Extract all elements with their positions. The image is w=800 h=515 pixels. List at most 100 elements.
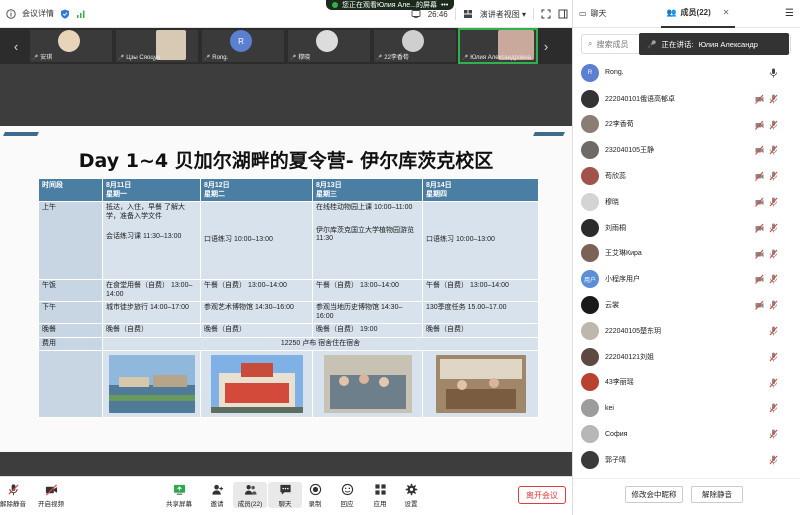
- member-row[interactable]: София: [573, 421, 800, 447]
- close-icon[interactable]: ✕: [723, 8, 730, 17]
- video-tile[interactable]: 22李香荀: [374, 30, 456, 62]
- member-row[interactable]: 222040101俄语高郁卓: [573, 86, 800, 112]
- leave-meeting-button[interactable]: 离开会议: [518, 486, 566, 504]
- member-row[interactable]: 222040121刘姐: [573, 344, 800, 370]
- mic-muted-icon[interactable]: [769, 378, 779, 388]
- meeting-details-link[interactable]: 会议详情: [22, 8, 54, 19]
- video-tile-active-speaker[interactable]: Юлия Александровна: [458, 28, 538, 64]
- photo-theater-building: [210, 355, 303, 413]
- member-row[interactable]: 云裳: [573, 292, 800, 318]
- avatar: [58, 30, 80, 52]
- row-label-empty: [38, 350, 103, 418]
- avatar: [402, 30, 424, 52]
- rename-button[interactable]: 修改会中昵称: [625, 486, 683, 503]
- avatar: [581, 167, 599, 186]
- video-tile-name: Цзы Сяоцун: [118, 55, 160, 61]
- mic-muted-icon[interactable]: [769, 197, 779, 207]
- members-button[interactable]: 成员(22): [233, 482, 267, 508]
- signal-icon[interactable]: [76, 9, 86, 19]
- photo-cell: [200, 350, 313, 418]
- member-row[interactable]: 22李香荀: [573, 112, 800, 138]
- mic-muted-icon[interactable]: [769, 429, 779, 439]
- fullscreen-icon[interactable]: [541, 9, 551, 19]
- record-button[interactable]: 录制: [298, 482, 332, 508]
- video-tile[interactable]: R Rong.: [202, 30, 284, 62]
- unmute-all-button[interactable]: 解除静音: [691, 486, 743, 503]
- member-row[interactable]: 用户 小程序用户: [573, 266, 800, 292]
- member-row[interactable]: 刘雨桐: [573, 215, 800, 241]
- table-row: 费用 12250 卢布 宿舍住在宿舍: [38, 336, 539, 351]
- member-row[interactable]: 苟欣蕊: [573, 163, 800, 189]
- mic-muted-icon[interactable]: [769, 249, 779, 259]
- settings-button[interactable]: 设置: [394, 482, 428, 508]
- unmute-button[interactable]: 解除静音: [0, 482, 30, 508]
- table-cell: 口语练习 10:00–13:00: [200, 201, 313, 280]
- member-row[interactable]: kei: [573, 395, 800, 421]
- menu-icon[interactable]: ☰: [785, 8, 794, 19]
- video-tile[interactable]: 穆晓: [288, 30, 370, 62]
- mic-muted-icon[interactable]: [769, 352, 779, 362]
- camera-off-icon[interactable]: [755, 274, 765, 285]
- row-label: 下午: [38, 301, 103, 324]
- reactions-button[interactable]: 回应: [330, 482, 364, 508]
- header-date: 8月14日: [426, 182, 452, 189]
- member-name: 43李丽瑶: [605, 379, 634, 387]
- side-panel-icon[interactable]: [558, 9, 568, 19]
- start-video-button[interactable]: 开启视频: [34, 482, 68, 508]
- settings-label: 设置: [404, 501, 418, 508]
- mic-muted-icon[interactable]: [769, 300, 779, 310]
- search-placeholder: 搜索成员: [596, 39, 629, 49]
- member-row[interactable]: 222040105楚东玥: [573, 318, 800, 344]
- mic-muted-icon[interactable]: [769, 145, 779, 155]
- avatar: [581, 321, 599, 340]
- divider: [454, 8, 456, 20]
- share-screen-icon: [172, 482, 186, 496]
- mic-muted-icon[interactable]: [769, 403, 779, 413]
- camera-off-icon[interactable]: [755, 223, 765, 233]
- member-name: 222040101俄语高郁卓: [605, 95, 676, 103]
- chat-button[interactable]: 聊天: [268, 482, 302, 508]
- mic-muted-icon[interactable]: [769, 171, 779, 181]
- info-icon[interactable]: [6, 8, 16, 19]
- camera-off-icon[interactable]: [755, 171, 765, 182]
- share-screen-button[interactable]: 共享屏幕: [162, 482, 196, 508]
- mic-muted-icon[interactable]: [769, 223, 779, 233]
- camera-off-icon[interactable]: [755, 120, 765, 130]
- member-row[interactable]: 232040105王静: [573, 137, 800, 163]
- shield-icon[interactable]: [60, 9, 70, 19]
- mic-muted-icon[interactable]: [769, 274, 779, 284]
- tab-members[interactable]: 👥 成员(22) ✕: [660, 0, 736, 28]
- invite-button[interactable]: 邀请: [200, 482, 234, 508]
- camera-off-icon[interactable]: [755, 249, 765, 259]
- mic-muted-icon[interactable]: [769, 455, 779, 465]
- mic-muted-icon[interactable]: [769, 94, 779, 104]
- apps-button[interactable]: 应用: [363, 482, 397, 508]
- strip-next-icon[interactable]: ›: [536, 28, 556, 64]
- strip-prev-icon[interactable]: ‹: [6, 28, 26, 64]
- camera-off-icon[interactable]: [755, 145, 765, 156]
- member-row[interactable]: 郭子晴: [573, 447, 800, 473]
- camera-off-icon[interactable]: [755, 94, 765, 104]
- video-tile[interactable]: Цзы Сяоцун: [116, 30, 198, 62]
- member-name: kei: [605, 404, 614, 412]
- avatar: [581, 141, 599, 160]
- avatar: [581, 296, 599, 315]
- reactions-label: 回应: [340, 501, 354, 508]
- table-cell: 午餐（自费） 13:00–14:00: [200, 279, 313, 302]
- tab-chat[interactable]: ▭ 聊天: [573, 0, 613, 28]
- video-tile[interactable]: 安琪: [30, 30, 112, 62]
- member-row[interactable]: R Rong.: [573, 60, 800, 86]
- mic-icon[interactable]: [769, 68, 779, 78]
- table-cell: 晚餐（自费）: [422, 323, 539, 338]
- camera-off-icon[interactable]: [755, 197, 765, 207]
- member-row[interactable]: 穆晓: [573, 189, 800, 215]
- member-row[interactable]: 王艾琳Кира: [573, 241, 800, 267]
- slide-title: Day 1~4 贝加尔湖畔的夏令营- 伊尔库茨克校区: [78, 150, 494, 172]
- member-row[interactable]: 43李丽瑶: [573, 370, 800, 396]
- view-mode-dropdown[interactable]: 演讲者视图 ▾: [480, 9, 526, 20]
- table-cell: 在食堂用餐（自费） 13:00–14:00: [102, 279, 201, 302]
- mic-muted-icon[interactable]: [769, 120, 779, 130]
- mic-muted-icon[interactable]: [769, 326, 779, 336]
- camera-off-icon[interactable]: [755, 300, 765, 311]
- avatar: [581, 89, 599, 108]
